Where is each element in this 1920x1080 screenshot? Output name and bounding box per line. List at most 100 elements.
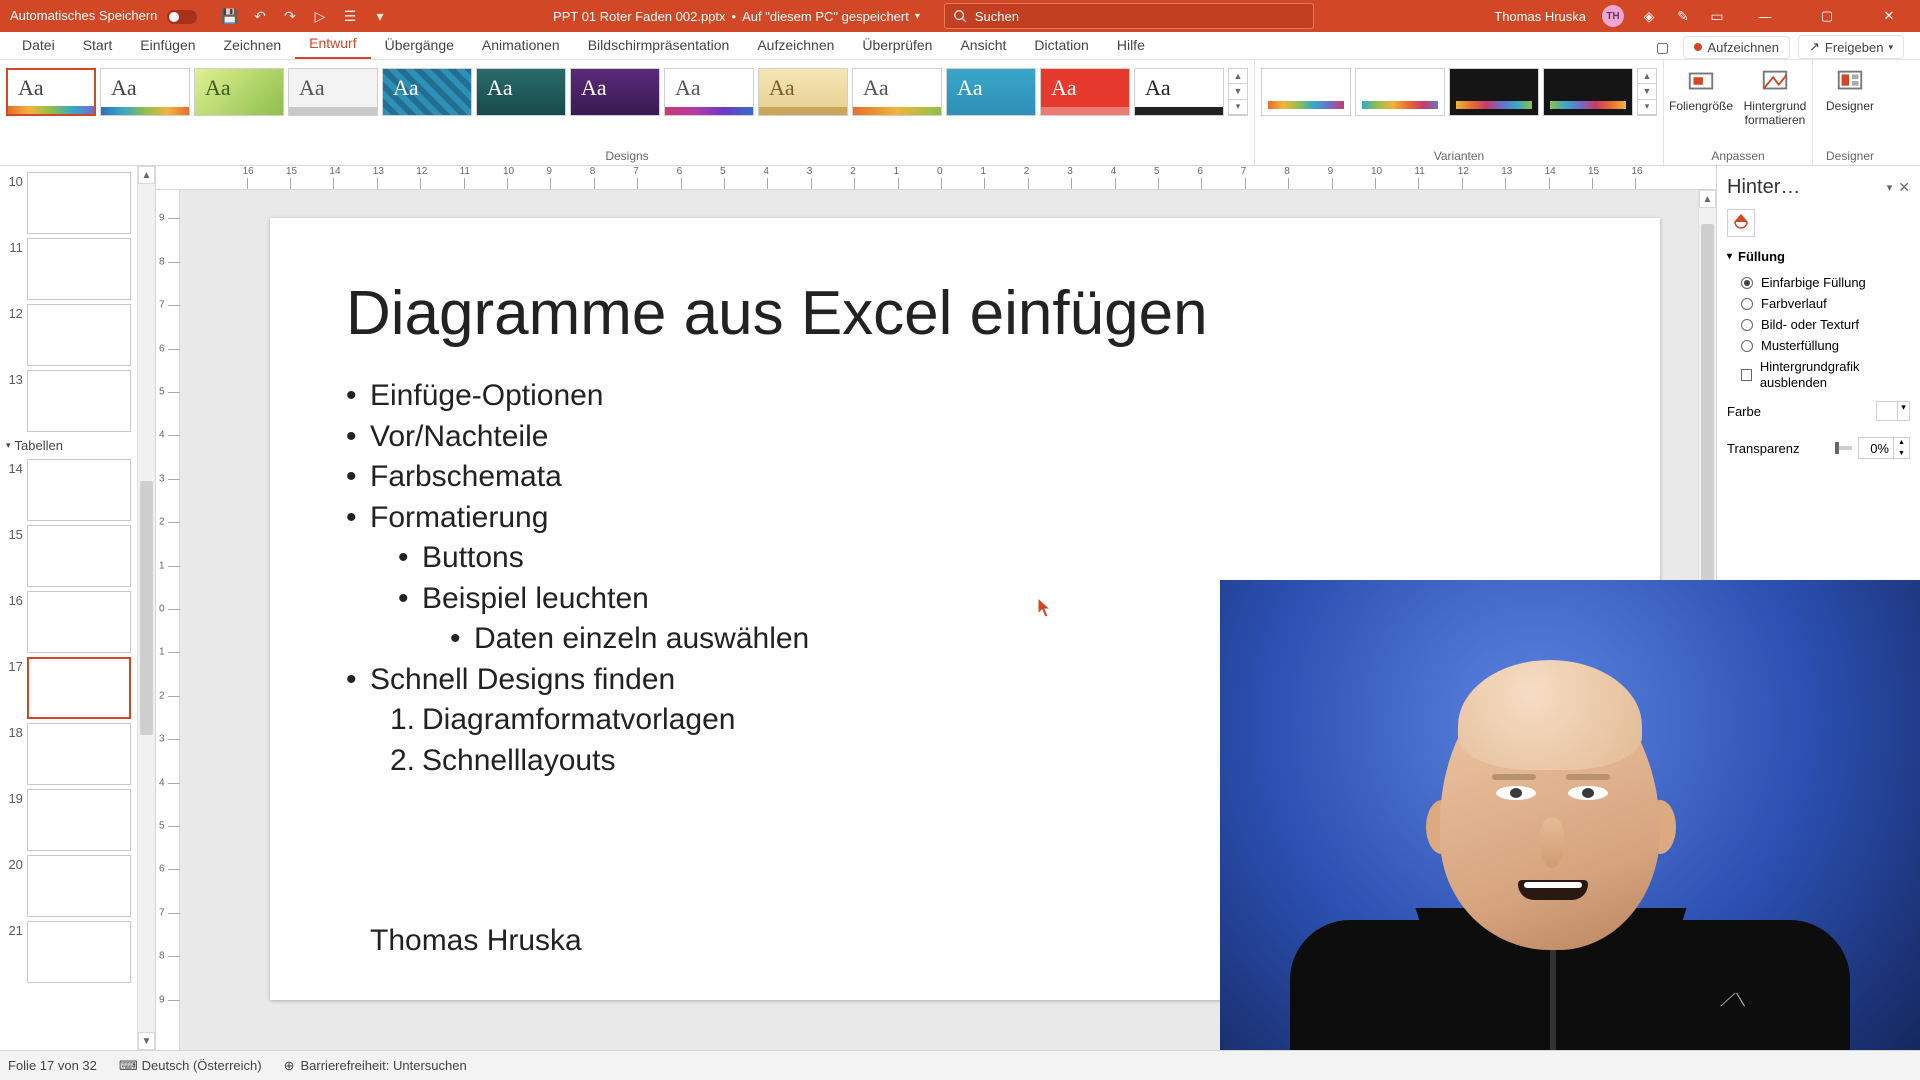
tab-einfügen[interactable]: Einfügen: [126, 33, 209, 59]
format-background-button[interactable]: Hintergrund formatieren: [1738, 60, 1812, 134]
variant-thumb[interactable]: [1355, 68, 1445, 116]
user-name[interactable]: Thomas Hruska: [1494, 9, 1586, 24]
titlebar: Automatisches Speichern 💾 ↶ ↷ ▷ ☰ ▾ PPT …: [0, 0, 1920, 32]
transparency-input[interactable]: [1859, 441, 1893, 456]
variants-gallery[interactable]: ▲▼▾: [1255, 60, 1663, 124]
design-thumb[interactable]: Aa: [100, 68, 190, 116]
design-thumb[interactable]: Aa: [570, 68, 660, 116]
slide-thumbnail[interactable]: 15: [0, 523, 135, 589]
scroll-up-icon[interactable]: ▲: [138, 166, 155, 184]
slide-thumbnail[interactable]: 17: [0, 655, 135, 721]
design-thumb[interactable]: Aa: [852, 68, 942, 116]
autosave-toggle[interactable]: [167, 10, 197, 24]
user-avatar[interactable]: TH: [1602, 5, 1624, 27]
hide-bg-graphics-check[interactable]: Hintergrundgrafik ausblenden: [1717, 356, 1920, 393]
variant-thumb[interactable]: [1543, 68, 1633, 116]
design-thumb[interactable]: Aa: [1134, 68, 1224, 116]
tab-start[interactable]: Start: [69, 33, 127, 59]
tab-ansicht[interactable]: Ansicht: [946, 33, 1020, 59]
fill-option-radio[interactable]: Musterfüllung: [1717, 335, 1920, 356]
design-thumb[interactable]: Aa: [946, 68, 1036, 116]
variant-thumb[interactable]: [1261, 68, 1351, 116]
tab-datei[interactable]: Datei: [8, 33, 69, 59]
pane-options-icon[interactable]: ▾: [1887, 181, 1893, 194]
color-picker-button[interactable]: ▾: [1876, 401, 1910, 421]
fill-option-radio[interactable]: Farbverlauf: [1717, 293, 1920, 314]
slide-thumbnail-list[interactable]: 10111213▾Tabellen1415161718192021: [0, 166, 137, 1050]
design-thumb[interactable]: Aa: [6, 68, 96, 116]
slide-thumbnail[interactable]: 14: [0, 457, 135, 523]
collapse-ribbon-icon[interactable]: ▢: [1649, 39, 1675, 56]
from-beginning-icon[interactable]: ▷: [311, 7, 329, 25]
variants-more-button[interactable]: ▲▼▾: [1637, 68, 1657, 116]
maximize-button[interactable]: ▢: [1804, 0, 1850, 32]
scroll-up-icon[interactable]: ▲: [1699, 190, 1716, 208]
tab-überprüfen[interactable]: Überprüfen: [848, 33, 946, 59]
slide-thumbnail[interactable]: 13: [0, 368, 135, 434]
slide-body[interactable]: Einfüge-OptionenVor/NachteileFarbschemat…: [346, 376, 809, 781]
tab-entwurf[interactable]: Entwurf: [295, 31, 370, 59]
section-header[interactable]: ▾Tabellen: [0, 434, 135, 457]
designs-gallery[interactable]: AaAaAaAaAaAaAaAaAaAaAaAaAa▲▼▾: [0, 60, 1254, 124]
language-button[interactable]: ⌨Deutsch (Österreich): [119, 1058, 262, 1074]
slide-thumbnail[interactable]: 21: [0, 919, 135, 985]
slide-thumbnail[interactable]: 19: [0, 787, 135, 853]
ribbon-group-label: Designer: [1813, 149, 1887, 163]
thumbnail-scrollbar[interactable]: ▲ ▼: [137, 166, 155, 1050]
slide-thumbnail[interactable]: 12: [0, 302, 135, 368]
autosave-toggle-group[interactable]: Automatisches Speichern: [0, 8, 207, 24]
slide-thumbnail[interactable]: 10: [0, 170, 135, 236]
tab-hilfe[interactable]: Hilfe: [1103, 33, 1159, 59]
designer-button[interactable]: Designer: [1813, 60, 1887, 120]
sync-icon[interactable]: ◈: [1640, 7, 1658, 25]
design-thumb[interactable]: Aa: [1040, 68, 1130, 116]
slide-size-button[interactable]: Foliengröße: [1664, 60, 1738, 120]
tab-aufzeichnen[interactable]: Aufzeichnen: [743, 33, 848, 59]
slide-title[interactable]: Diagramme aus Excel einfügen: [346, 278, 1208, 349]
scroll-down-icon[interactable]: ▼: [138, 1032, 155, 1050]
share-button[interactable]: ↗Freigeben▾: [1798, 35, 1904, 59]
tab-dictation[interactable]: Dictation: [1020, 33, 1102, 59]
gallery-more-button[interactable]: ▲▼▾: [1228, 68, 1248, 116]
design-thumb[interactable]: Aa: [382, 68, 472, 116]
tab-bildschirmpräsentation[interactable]: Bildschirmpräsentation: [574, 33, 744, 59]
transparency-spinner[interactable]: ▲▼: [1858, 437, 1910, 459]
pane-section-fill[interactable]: ▾Füllung: [1717, 241, 1920, 272]
design-thumb[interactable]: Aa: [664, 68, 754, 116]
undo-icon[interactable]: ↶: [251, 7, 269, 25]
design-thumb[interactable]: Aa: [194, 68, 284, 116]
slide-thumbnail[interactable]: 11: [0, 236, 135, 302]
slide-thumbnail[interactable]: 16: [0, 589, 135, 655]
slide-footer[interactable]: Thomas Hruska: [370, 924, 582, 958]
record-button[interactable]: Aufzeichnen: [1683, 36, 1790, 59]
design-thumb[interactable]: Aa: [758, 68, 848, 116]
save-icon[interactable]: 💾: [221, 7, 239, 25]
tab-zeichnen[interactable]: Zeichnen: [210, 33, 296, 59]
accessibility-button[interactable]: ⊕Barrierefreiheit: Untersuchen: [284, 1058, 467, 1074]
slide-thumbnail[interactable]: 18: [0, 721, 135, 787]
tab-animationen[interactable]: Animationen: [468, 33, 574, 59]
minimize-button[interactable]: —: [1742, 0, 1788, 32]
redo-icon[interactable]: ↷: [281, 7, 299, 25]
checkbox-icon: [1741, 369, 1752, 381]
ribbon-mode-icon[interactable]: ▭: [1708, 7, 1726, 25]
transparency-slider[interactable]: [1838, 446, 1852, 450]
fill-option-radio[interactable]: Bild- oder Texturf: [1717, 314, 1920, 335]
design-thumb[interactable]: Aa: [476, 68, 566, 116]
tab-übergänge[interactable]: Übergänge: [371, 33, 468, 59]
status-language: Deutsch (Österreich): [142, 1058, 262, 1073]
fill-option-radio[interactable]: Einfarbige Füllung: [1717, 272, 1920, 293]
slide-thumbnail[interactable]: 20: [0, 853, 135, 919]
status-slide-count[interactable]: Folie 17 von 32: [8, 1058, 97, 1073]
qat-more-icon[interactable]: ▾: [371, 7, 389, 25]
variant-thumb[interactable]: [1449, 68, 1539, 116]
pane-close-icon[interactable]: ✕: [1898, 179, 1910, 196]
touch-mode-icon[interactable]: ☰: [341, 7, 359, 25]
fill-tab-icon[interactable]: [1727, 209, 1755, 237]
radio-icon: [1741, 277, 1753, 289]
close-button[interactable]: ✕: [1866, 0, 1912, 32]
search-box[interactable]: Suchen: [944, 3, 1314, 29]
hide-bg-label: Hintergrundgrafik ausblenden: [1760, 359, 1910, 390]
design-thumb[interactable]: Aa: [288, 68, 378, 116]
draw-icon[interactable]: ✎: [1674, 7, 1692, 25]
